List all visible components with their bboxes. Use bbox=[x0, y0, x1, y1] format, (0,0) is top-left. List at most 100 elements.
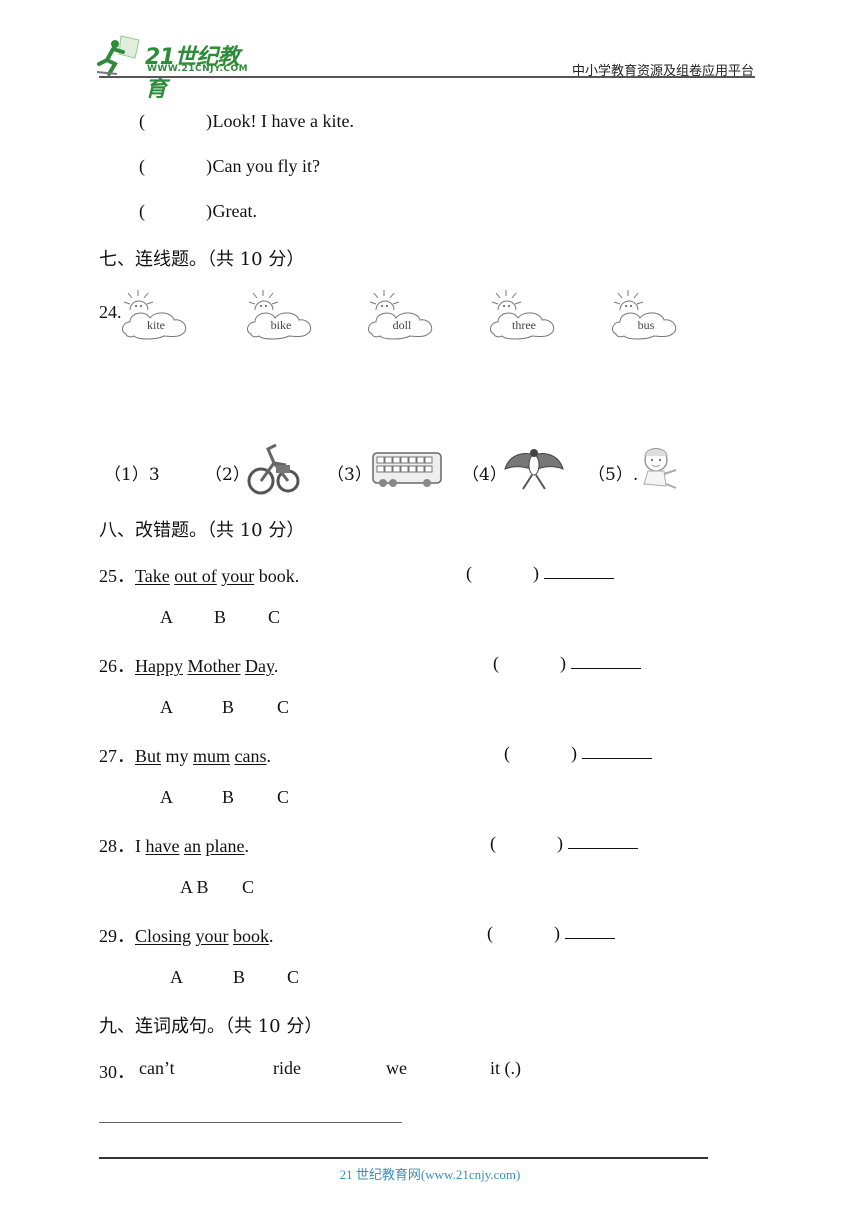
footer-divider bbox=[99, 1157, 708, 1159]
cloud-word: kite bbox=[147, 318, 165, 332]
dialogue-line: () Great. bbox=[139, 201, 257, 222]
answer-area: () bbox=[504, 742, 652, 764]
picture-label-1: （1）3 bbox=[104, 465, 160, 485]
underlined-segment: Mother bbox=[187, 656, 241, 676]
choice-label: B bbox=[222, 787, 235, 807]
underlined-segment: have bbox=[145, 836, 180, 856]
picture-label-3: （3） bbox=[327, 465, 372, 485]
dialogue-text: Look! I have a kite. bbox=[212, 111, 354, 131]
question-number: 29． bbox=[99, 926, 135, 946]
sentence-text: . bbox=[244, 836, 249, 856]
question-24-number: 24. bbox=[99, 302, 122, 322]
answer-paren-close: ) bbox=[206, 156, 212, 176]
scrambled-word: we bbox=[386, 1058, 407, 1078]
error-question: 25．Take out of your book. bbox=[99, 562, 299, 588]
picture-label-5: （5）. bbox=[588, 465, 639, 485]
underlined-segment: Closing bbox=[135, 926, 192, 946]
picture-label-2: （2） bbox=[205, 465, 250, 485]
picture-label-4: （4） bbox=[462, 465, 507, 485]
choice-label: A bbox=[160, 787, 173, 807]
site-logo: 21世纪教育 WWW.21CNJY.COM bbox=[95, 34, 260, 102]
word-cloud-card[interactable]: three bbox=[488, 290, 560, 340]
choice-label: C bbox=[242, 877, 255, 897]
sentence-text: . bbox=[266, 746, 272, 766]
underlined-segment: plane bbox=[205, 836, 245, 856]
choice-label: B bbox=[222, 697, 235, 717]
section-7-title: 七、连线题。（共 10 分） bbox=[99, 249, 305, 270]
underlined-segment: your bbox=[195, 926, 229, 946]
error-question: 29．Closing your book. bbox=[99, 922, 274, 948]
section-9-title: 九、连词成句。（共 10 分） bbox=[99, 1016, 323, 1037]
sentence-text: my bbox=[161, 746, 194, 766]
answer-paren-open: ( bbox=[493, 653, 499, 673]
word-cloud-card[interactable]: bus bbox=[610, 290, 682, 340]
cloud-word: bike bbox=[270, 318, 292, 332]
scrambled-word: ride bbox=[273, 1058, 301, 1078]
correction-blank[interactable] bbox=[581, 742, 652, 759]
answer-paren-open: ( bbox=[487, 923, 493, 943]
answer-area: () bbox=[487, 922, 615, 944]
dialogue-line: () Can you fly it? bbox=[139, 156, 320, 177]
answer-paren-open: ( bbox=[139, 156, 145, 176]
answer-area: () bbox=[493, 652, 641, 674]
sentence-text: I bbox=[135, 836, 146, 856]
choice-label: B bbox=[214, 607, 227, 627]
header-divider bbox=[99, 76, 755, 78]
logo-url: WWW.21CNJY.COM bbox=[147, 64, 249, 74]
word-cloud-card[interactable]: kite bbox=[120, 290, 192, 340]
question-number: 28． bbox=[99, 836, 135, 856]
cloud-word: doll bbox=[392, 318, 412, 332]
sentence-text: . bbox=[269, 926, 274, 946]
footer-source: 21 世纪教育网(www.21cnjy.com) bbox=[339, 1167, 521, 1182]
question-number: 26． bbox=[99, 656, 135, 676]
choice-label: C bbox=[277, 697, 290, 717]
answer-paren-open: ( bbox=[490, 833, 496, 853]
kite-icon[interactable] bbox=[503, 447, 565, 491]
choice-label: A bbox=[170, 967, 183, 987]
correction-blank[interactable] bbox=[567, 832, 638, 849]
underlined-segment: an bbox=[183, 836, 201, 856]
error-question: 28．I have an plane. bbox=[99, 832, 249, 858]
choice-label: A bbox=[160, 697, 173, 717]
sentence-text: book. bbox=[254, 566, 300, 586]
runner-logo-icon bbox=[96, 35, 140, 76]
doll-icon[interactable] bbox=[636, 444, 680, 492]
question-number: 27． bbox=[99, 746, 135, 766]
sentence-text: . bbox=[273, 656, 279, 676]
answer-paren-close: ) bbox=[571, 743, 577, 763]
dialogue-text: Can you fly it? bbox=[212, 156, 320, 176]
underlined-segment: your bbox=[221, 566, 255, 586]
choice-label: B bbox=[233, 967, 246, 987]
answer-paren-open: ( bbox=[466, 563, 472, 583]
answer-paren-open: ( bbox=[139, 111, 145, 131]
choice-label: A B bbox=[180, 877, 209, 897]
question-number: 25． bbox=[99, 566, 135, 586]
bus-icon[interactable] bbox=[371, 450, 445, 490]
underlined-segment: mum bbox=[193, 746, 231, 766]
correction-blank[interactable] bbox=[570, 652, 641, 669]
choice-label: A bbox=[160, 607, 173, 627]
bike-icon[interactable] bbox=[246, 443, 306, 495]
dialogue-text: Great. bbox=[212, 201, 257, 221]
question-30-number: 30． bbox=[99, 1062, 135, 1082]
underlined-segment: But bbox=[135, 746, 162, 766]
answer-writing-line[interactable] bbox=[99, 1122, 402, 1123]
error-question: 27．But my mum cans. bbox=[99, 742, 271, 768]
answer-paren-open: ( bbox=[139, 201, 145, 221]
choice-label: C bbox=[287, 967, 300, 987]
answer-paren-close: ) bbox=[557, 833, 563, 853]
underlined-segment: out of bbox=[174, 566, 217, 586]
error-question: 26．Happy Mother Day. bbox=[99, 652, 278, 678]
word-cloud-card[interactable]: doll bbox=[366, 290, 438, 340]
answer-area: () bbox=[466, 562, 614, 584]
answer-paren-close: ) bbox=[554, 923, 560, 943]
word-cloud-card[interactable]: bike bbox=[245, 290, 317, 340]
scrambled-word: can’t bbox=[139, 1058, 175, 1078]
choice-label: C bbox=[277, 787, 290, 807]
answer-paren-close: ) bbox=[206, 111, 212, 131]
correction-blank[interactable] bbox=[543, 562, 614, 579]
correction-blank[interactable] bbox=[564, 922, 615, 939]
section-8-title: 八、改错题。（共 10 分） bbox=[99, 520, 305, 541]
answer-paren-open: ( bbox=[504, 743, 510, 763]
answer-paren-close: ) bbox=[560, 653, 566, 673]
